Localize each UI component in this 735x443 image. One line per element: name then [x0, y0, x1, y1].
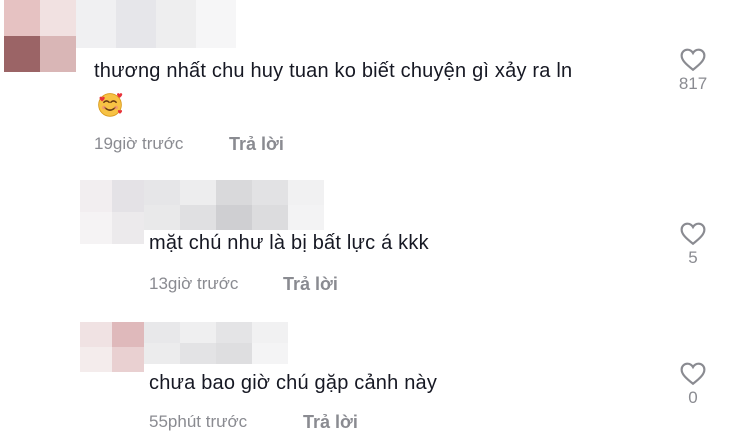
comment-timestamp: 13giờ trước	[149, 274, 239, 293]
heart-outline-icon[interactable]	[680, 48, 706, 72]
comment-timestamp: 19giờ trước	[94, 134, 184, 153]
username-blurred[interactable]	[144, 180, 324, 230]
username-blurred[interactable]	[76, 0, 236, 48]
like-count: 5	[688, 248, 698, 267]
avatar[interactable]	[80, 180, 144, 244]
like-button[interactable]: 817	[668, 48, 718, 94]
reply-button[interactable]: Trả lời	[303, 412, 358, 433]
comment-timestamp: 55phút trước	[149, 412, 248, 431]
smiling-face-with-hearts-icon	[98, 93, 123, 117]
reply-button[interactable]: Trả lời	[283, 274, 338, 295]
heart-outline-icon[interactable]	[680, 362, 706, 386]
username-blurred[interactable]	[144, 322, 289, 364]
like-count: 817	[678, 74, 708, 93]
like-count: 0	[688, 388, 698, 407]
comment-text: mặt chú như là bị bất lực á kkk	[149, 232, 429, 254]
comment-text: chưa bao giờ chú gặp cảnh này	[149, 372, 438, 394]
heart-outline-icon[interactable]	[680, 222, 706, 246]
reply-button[interactable]: Trả lời	[229, 134, 284, 155]
avatar[interactable]	[80, 322, 144, 372]
comment-text: thương nhất chu huy tuan ko biết chuyện …	[94, 60, 573, 82]
like-button[interactable]: 0	[668, 362, 718, 408]
avatar[interactable]	[4, 0, 76, 72]
like-button[interactable]: 5	[668, 222, 718, 268]
